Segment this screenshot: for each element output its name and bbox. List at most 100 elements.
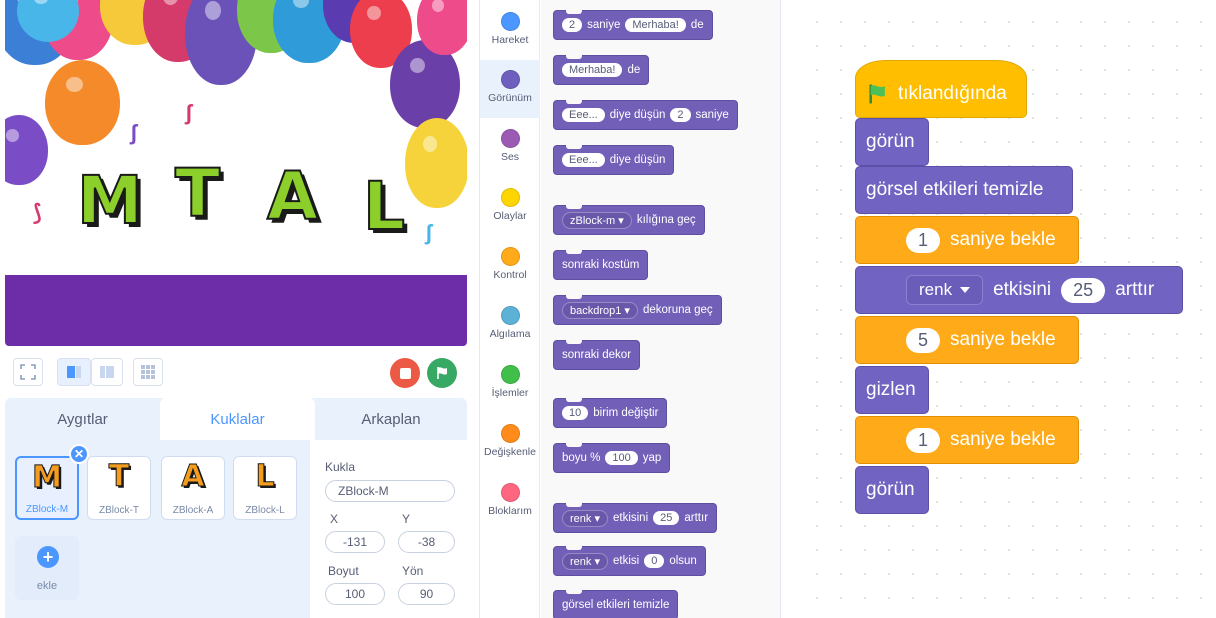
effect-dropdown[interactable]: renk ▾ <box>562 509 608 527</box>
number-input[interactable]: 10 <box>562 406 589 420</box>
stage-sprite-l[interactable]: L <box>362 167 406 246</box>
next-costume-block[interactable]: sonraki kostüm <box>553 250 649 280</box>
number-input[interactable]: 2 <box>562 18 583 32</box>
category-sound[interactable]: Ses <box>480 119 540 177</box>
delete-sprite-button[interactable]: ✕ <box>69 444 89 464</box>
switch-costume-block[interactable]: zBlock-m ▾ kılığına geç <box>553 205 705 235</box>
normal-stage-button[interactable] <box>91 358 123 386</box>
number-input[interactable]: 1 <box>906 227 941 253</box>
code-area[interactable]: tıklandığında görün görsel etkileri temi… <box>795 0 1216 618</box>
change-effect-block[interactable]: renk etkisini 25 arttır <box>855 266 1183 314</box>
sprite-list: M ZBlock-M ✕ T ZBlock-T A ZBlock-A L ZBl… <box>5 440 305 618</box>
looks-category-icon <box>500 70 520 89</box>
clear-effects-block[interactable]: görsel etkileri temizle <box>553 590 679 618</box>
grid-view-button[interactable] <box>133 358 163 386</box>
category-label: Bloklarım <box>488 505 532 517</box>
switch-backdrop-block[interactable]: backdrop1 ▾ dekoruna geç <box>553 295 722 325</box>
stage-sprite-m[interactable]: M <box>76 161 144 240</box>
block-text: saniye <box>587 19 621 31</box>
number-input[interactable]: 5 <box>906 327 941 353</box>
green-flag-button[interactable] <box>427 358 457 388</box>
stage-sprite-t[interactable]: T <box>174 154 221 233</box>
category-motion[interactable]: Hareket <box>480 2 540 60</box>
sprite-name: ZBlock-M <box>25 504 69 515</box>
sprite-tile-m[interactable]: M ZBlock-M <box>15 456 79 520</box>
number-input[interactable]: 0 <box>644 554 665 568</box>
size-field[interactable]: 100 <box>325 583 385 605</box>
hide-block[interactable]: gizlen <box>855 366 929 414</box>
wait-block[interactable]: 1 saniye bekle <box>855 216 1079 264</box>
stage[interactable]: ⟆ ʃ ʃ ʃ M T A L <box>5 0 467 346</box>
stage-sprite-a[interactable]: A <box>266 157 319 236</box>
change-size-block[interactable]: 10 birim değiştir <box>553 398 668 428</box>
sprite-thumbnail: M <box>32 460 63 496</box>
say-for-secs-block[interactable]: 2 saniye Merhaba! de <box>553 10 713 40</box>
show-block[interactable]: görün <box>855 466 929 514</box>
block-text: sonraki kostüm <box>562 259 640 271</box>
block-palette: 2 saniye Merhaba! de Merhaba! de Eee... … <box>541 0 781 618</box>
set-size-block[interactable]: boyu % 100 yap <box>553 443 671 473</box>
effect-dropdown[interactable]: renk <box>906 275 984 305</box>
sprite-tile-l[interactable]: L ZBlock-L <box>233 456 297 520</box>
add-sprite-button[interactable]: + ekle <box>15 536 79 600</box>
block-text: görün <box>866 479 915 500</box>
tab-sprites[interactable]: Kuklalar <box>160 398 315 440</box>
block-text: görün <box>866 131 915 152</box>
category-looks[interactable]: Görünüm <box>480 60 540 118</box>
category-label: Olaylar <box>493 210 527 222</box>
number-input[interactable]: 1 <box>906 427 941 453</box>
my-blocks-category-icon <box>500 483 520 502</box>
number-input[interactable]: 100 <box>605 451 638 465</box>
text-input[interactable]: Merhaba! <box>562 63 623 77</box>
variables-category-icon <box>500 424 520 443</box>
number-input[interactable]: 25 <box>1061 277 1106 303</box>
next-backdrop-block[interactable]: sonraki dekor <box>553 340 641 370</box>
sprite-tile-a[interactable]: A ZBlock-A <box>161 456 225 520</box>
set-effect-block[interactable]: renk ▾ etkisi 0 olsun <box>553 546 706 576</box>
change-effect-block[interactable]: renk ▾ etkisini 25 arttır <box>553 503 718 533</box>
backdrop-dropdown[interactable]: backdrop1 ▾ <box>562 301 638 319</box>
wait-block[interactable]: 1 saniye bekle <box>855 416 1079 464</box>
text-input[interactable]: Eee... <box>562 153 605 167</box>
control-category-icon <box>500 247 520 266</box>
category-my-blocks[interactable]: Bloklarım <box>480 473 540 531</box>
number-input[interactable]: 2 <box>670 108 691 122</box>
category-control[interactable]: Kontrol <box>480 237 540 295</box>
number-input[interactable]: 25 <box>653 511 680 525</box>
small-stage-button[interactable] <box>57 358 91 386</box>
tab-devices[interactable]: Aygıtlar <box>5 398 160 440</box>
palette-scrollbar[interactable] <box>782 0 792 618</box>
fullscreen-button[interactable] <box>13 358 43 386</box>
show-block[interactable]: görün <box>855 118 929 166</box>
y-field[interactable]: -38 <box>398 531 455 553</box>
sprite-name: ZBlock-L <box>245 505 285 516</box>
category-sensing[interactable]: Algılama <box>480 296 540 354</box>
clear-effects-block[interactable]: görsel etkileri temizle <box>855 166 1073 214</box>
stage-floor <box>5 275 467 346</box>
wait-block[interactable]: 5 saniye bekle <box>855 316 1079 364</box>
category-events[interactable]: Olaylar <box>480 178 540 236</box>
stop-button[interactable] <box>390 358 420 388</box>
say-block[interactable]: Merhaba! de <box>553 55 650 85</box>
costume-dropdown[interactable]: zBlock-m ▾ <box>562 211 632 229</box>
direction-field[interactable]: 90 <box>398 583 455 605</box>
x-field[interactable]: -131 <box>325 531 385 553</box>
balloon-image <box>5 115 48 185</box>
text-input[interactable]: Merhaba! <box>625 18 686 32</box>
think-block[interactable]: Eee... diye düşün <box>553 145 675 175</box>
balloon-image <box>45 60 120 145</box>
category-label: Görünüm <box>488 92 532 104</box>
sprite-name-field[interactable]: ZBlock-M <box>325 480 455 502</box>
confetti-decoration: ʃ <box>130 120 138 145</box>
category-variables[interactable]: Değişkenle <box>480 414 540 472</box>
text-input[interactable]: Eee... <box>562 108 605 122</box>
operators-category-icon <box>500 365 520 384</box>
effect-dropdown[interactable]: renk ▾ <box>562 552 608 570</box>
think-for-secs-block[interactable]: Eee... diye düşün 2 saniye <box>553 100 738 130</box>
tab-backdrops[interactable]: Arkaplan <box>315 398 467 440</box>
sprite-tile-t[interactable]: T ZBlock-T <box>87 456 151 520</box>
block-text: saniye bekle <box>950 429 1056 450</box>
category-operators[interactable]: İşlemler <box>480 355 540 413</box>
block-text: yap <box>642 452 662 464</box>
when-flag-clicked-block[interactable]: tıklandığında <box>855 60 1027 118</box>
